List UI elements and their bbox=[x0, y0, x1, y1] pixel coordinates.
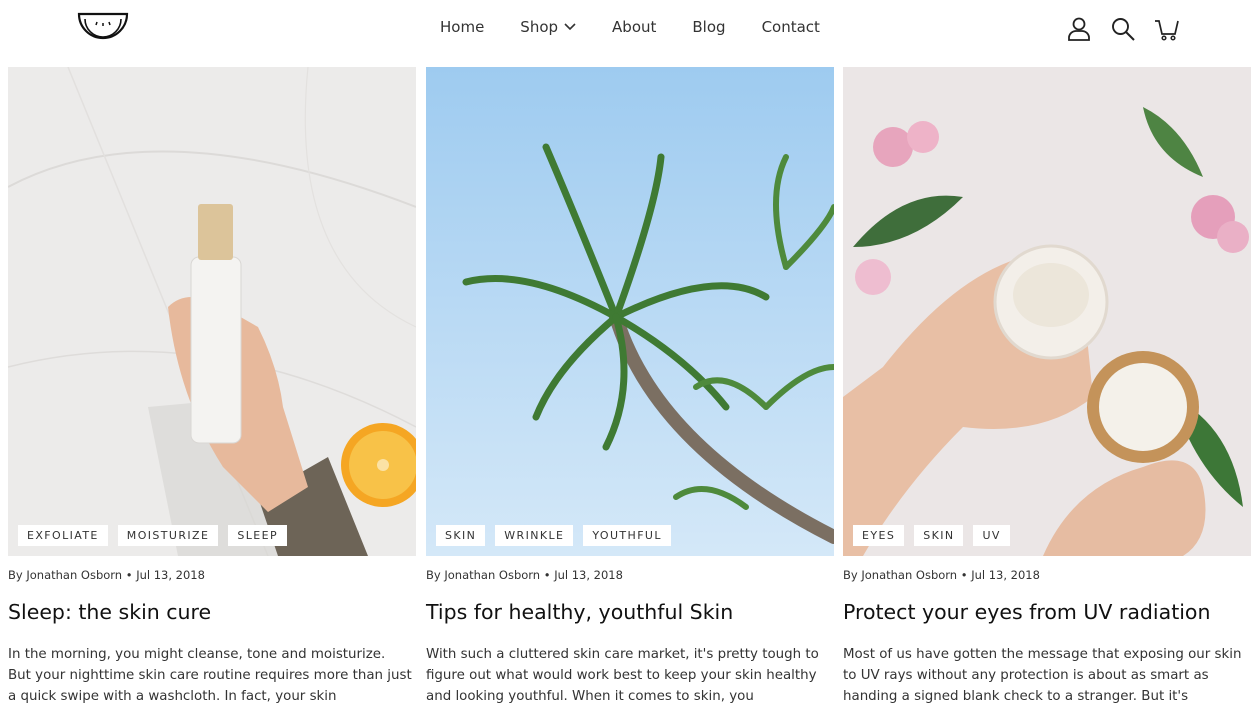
search-icon[interactable] bbox=[1110, 16, 1136, 42]
post-image-serum-bottle[interactable]: EXFOLIATE MOISTURIZE SLEEP bbox=[8, 67, 416, 556]
nav-shop[interactable]: Shop bbox=[520, 18, 576, 36]
tag-link[interactable]: SKIN bbox=[436, 525, 486, 546]
serum-photo bbox=[8, 67, 416, 556]
account-icon[interactable] bbox=[1066, 16, 1092, 42]
site-header: Home Shop About Blog Contact bbox=[0, 0, 1256, 62]
post-excerpt: Most of us have gotten the message that … bbox=[843, 647, 1242, 704]
post-image-cream-jars[interactable]: EYES SKIN UV bbox=[843, 67, 1251, 556]
post-excerpt: In the morning, you might cleanse, tone … bbox=[8, 647, 412, 704]
main-nav: Home Shop About Blog Contact bbox=[440, 18, 856, 36]
post-meta: By Jonathan Osborn • Jul 13, 2018 bbox=[426, 568, 623, 582]
post-title[interactable]: Sleep: the skin cure bbox=[8, 600, 211, 624]
tag-link[interactable]: EYES bbox=[853, 525, 905, 546]
post-title[interactable]: Protect your eyes from UV radiation bbox=[843, 600, 1210, 624]
nav-blog-label: Blog bbox=[692, 18, 726, 36]
palm-photo bbox=[426, 67, 834, 556]
post-tags: EYES SKIN UV bbox=[853, 525, 1020, 546]
post-tags: SKIN WRINKLE YOUTHFUL bbox=[436, 525, 681, 546]
nav-blog[interactable]: Blog bbox=[692, 18, 725, 36]
nav-contact[interactable]: Contact bbox=[762, 18, 820, 36]
tag-link[interactable]: MOISTURIZE bbox=[117, 525, 219, 546]
tag-link[interactable]: WRINKLE bbox=[495, 525, 574, 546]
post-image-palm-tree[interactable]: SKIN WRINKLE YOUTHFUL bbox=[426, 67, 834, 556]
nav-home-label: Home bbox=[440, 18, 485, 36]
nav-home[interactable]: Home bbox=[440, 18, 484, 36]
cream-photo bbox=[843, 67, 1251, 556]
nav-about-label: About bbox=[612, 18, 657, 36]
post-meta: By Jonathan Osborn • Jul 13, 2018 bbox=[8, 568, 205, 582]
blog-post-grid: EXFOLIATE MOISTURIZE SLEEP By Jonathan O… bbox=[8, 67, 1251, 708]
tag-link[interactable]: UV bbox=[973, 525, 1010, 546]
post-meta: By Jonathan Osborn • Jul 13, 2018 bbox=[843, 568, 1040, 582]
tag-link[interactable]: EXFOLIATE bbox=[18, 525, 108, 546]
nav-shop-label: Shop bbox=[520, 18, 559, 36]
tag-link[interactable]: SLEEP bbox=[228, 525, 287, 546]
blog-card[interactable]: SKIN WRINKLE YOUTHFUL By Jonathan Osborn… bbox=[426, 67, 834, 708]
blog-card[interactable]: EXFOLIATE MOISTURIZE SLEEP By Jonathan O… bbox=[8, 67, 416, 708]
nav-about[interactable]: About bbox=[612, 18, 656, 36]
post-excerpt: With such a cluttered skin care market, … bbox=[426, 647, 819, 704]
nav-contact-label: Contact bbox=[761, 18, 820, 36]
blog-card[interactable]: EYES SKIN UV By Jonathan Osborn • Jul 13… bbox=[843, 67, 1251, 708]
chevron-down-icon bbox=[564, 23, 576, 31]
post-tags: EXFOLIATE MOISTURIZE SLEEP bbox=[18, 525, 297, 546]
watermelon-logo-icon[interactable] bbox=[76, 10, 130, 44]
tag-link[interactable]: YOUTHFUL bbox=[583, 525, 671, 546]
cart-icon[interactable] bbox=[1154, 16, 1180, 42]
header-actions bbox=[1048, 16, 1180, 42]
post-title[interactable]: Tips for healthy, youthful Skin bbox=[426, 600, 733, 624]
tag-link[interactable]: SKIN bbox=[914, 525, 964, 546]
